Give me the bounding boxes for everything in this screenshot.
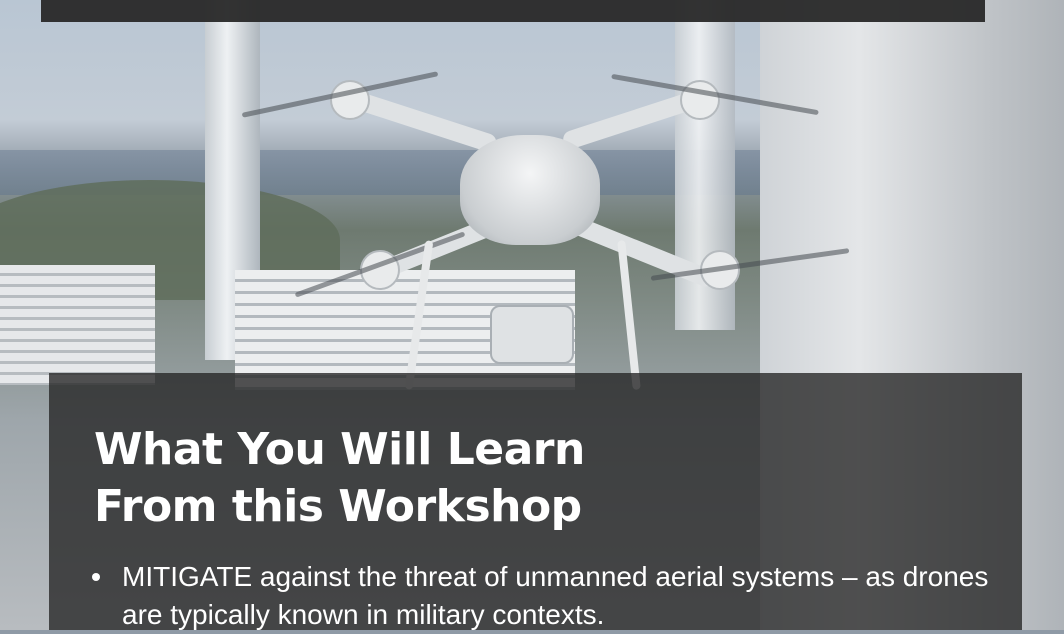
workshop-title: What You Will Learn From this Workshop xyxy=(94,421,585,535)
top-overlay-bar xyxy=(41,0,985,22)
drone-camera xyxy=(490,305,574,364)
title-line-2: From this Workshop xyxy=(94,481,582,532)
bullet-icon xyxy=(92,573,100,581)
list-item-text: MITIGATE against the threat of unmanned … xyxy=(122,561,989,630)
list-item: MITIGATE against the threat of unmanned … xyxy=(92,558,992,634)
drone-body xyxy=(460,135,600,245)
title-line-1: What You Will Learn xyxy=(94,424,585,475)
building-left xyxy=(0,265,155,385)
learning-list: MITIGATE against the threat of unmanned … xyxy=(92,558,992,634)
drone-image xyxy=(241,40,850,400)
